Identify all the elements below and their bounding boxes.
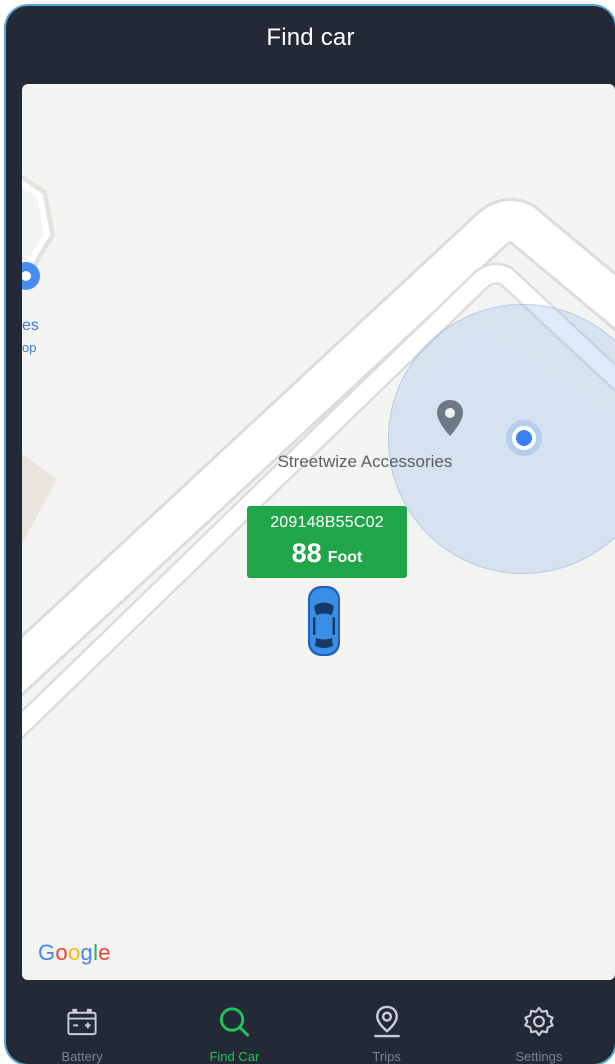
car-icon[interactable] <box>305 584 343 658</box>
tab-battery[interactable]: Battery <box>6 994 158 1064</box>
distance-unit: Foot <box>327 549 363 566</box>
poi-sublabel: op <box>22 340 37 355</box>
tab-label: Trips <box>372 1049 401 1064</box>
tab-find-car[interactable]: Find Car <box>158 994 310 1064</box>
user-location-dot <box>512 426 536 450</box>
car-distance: 88 Foot <box>247 538 407 569</box>
header-bar: Find car <box>6 6 615 70</box>
logo-letter: e <box>98 940 111 965</box>
tab-label: Settings <box>515 1049 563 1064</box>
car-info-badge[interactable]: 209148B55C02 88 Foot <box>247 506 407 578</box>
tab-label: Find Car <box>209 1049 260 1064</box>
tab-trips[interactable]: Trips <box>311 994 463 1064</box>
tab-label: Battery <box>61 1049 103 1064</box>
distance-value: 88 <box>291 538 322 568</box>
logo-letter: o <box>67 940 81 965</box>
poi-label: es <box>22 317 39 334</box>
place-label[interactable]: Streetwize Accessories <box>260 452 470 472</box>
logo-letter: g <box>80 940 94 965</box>
google-logo: Google <box>38 940 111 966</box>
car-id: 209148B55C02 <box>270 514 384 531</box>
search-icon <box>220 1007 250 1037</box>
map-pin-icon[interactable] <box>434 398 466 438</box>
tab-settings[interactable]: Settings <box>463 994 615 1064</box>
app-screen: Find car es op Streetwize Accessories 20… <box>6 6 615 1064</box>
building-left <box>22 454 57 544</box>
logo-letter: G <box>38 940 56 965</box>
logo-letter: o <box>55 940 68 965</box>
page-title: Find car <box>266 24 355 51</box>
map-view[interactable]: es op Streetwize Accessories 209148B55C0… <box>22 84 615 980</box>
gear-icon <box>524 1006 554 1037</box>
location-pin-icon <box>373 1005 400 1038</box>
tab-bar: Battery Find Car Trips Settings <box>6 994 615 1064</box>
battery-icon <box>67 1008 97 1036</box>
